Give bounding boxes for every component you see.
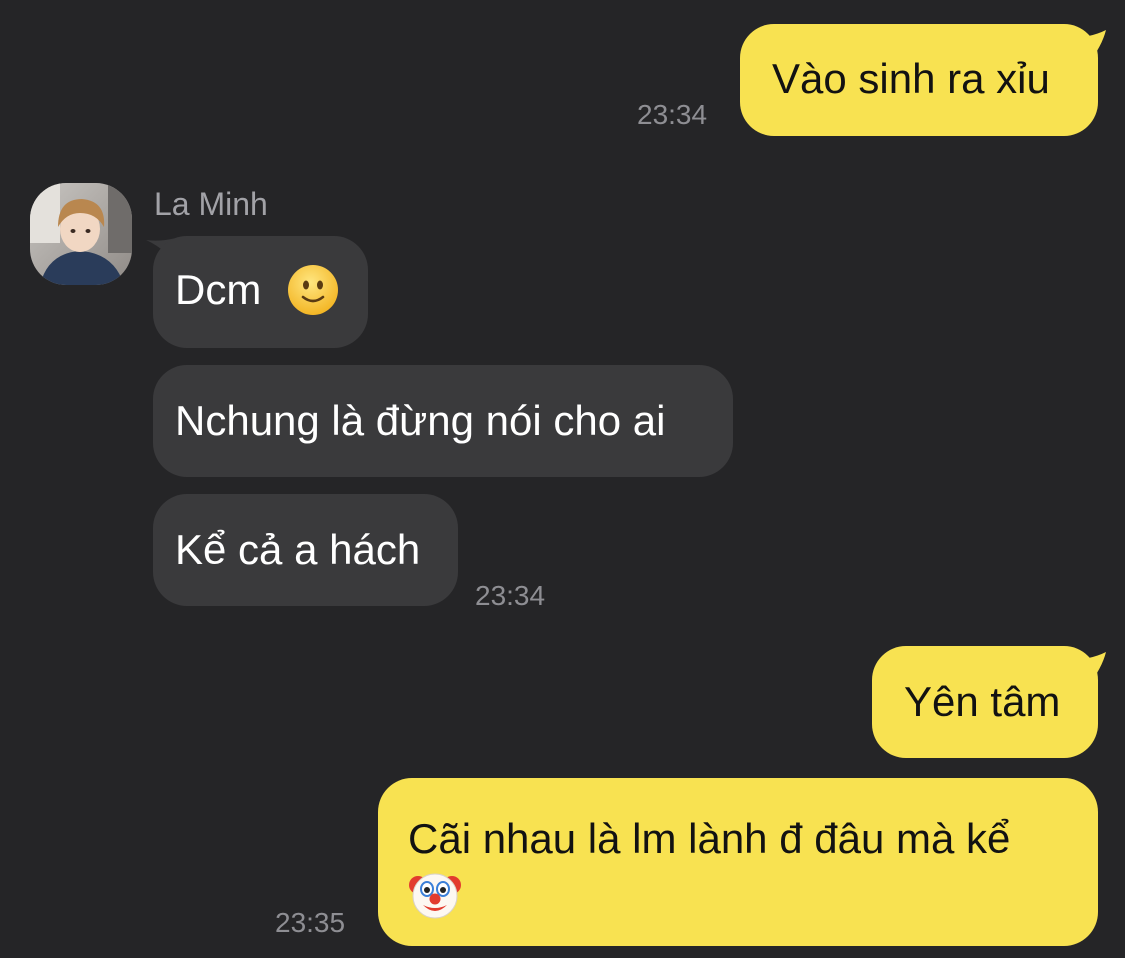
message-text: Nchung là đừng nói cho ai — [175, 397, 666, 444]
message-timestamp: 23:34 — [637, 99, 708, 130]
message-text: Kể cả a hách — [175, 526, 421, 573]
message-text: Dcm — [175, 266, 262, 313]
outgoing-bubble[interactable]: Vào sinh ra xỉu — [740, 24, 1098, 136]
incoming-bubble[interactable]: Nchung là đừng nói cho ai — [153, 365, 733, 477]
avatar[interactable] — [30, 183, 132, 285]
incoming-bubble[interactable]: Kể cả a hách — [153, 494, 458, 606]
clown-face-icon — [409, 873, 461, 919]
message-text: Vào sinh ra xỉu — [772, 55, 1050, 102]
incoming-bubble[interactable]: Dcm — [153, 236, 368, 348]
message-timestamp: 23:34 — [475, 580, 546, 611]
message-timestamp: 23:35 — [275, 907, 346, 938]
outgoing-bubble[interactable]: Cãi nhau là lm lành đ đâu mà kể — [378, 778, 1098, 946]
slightly-smiling-face-icon — [288, 264, 338, 315]
sender-name: La Minh — [154, 186, 268, 222]
message-text: Cãi nhau là lm lành đ đâu mà kể — [408, 815, 1011, 862]
outgoing-bubble[interactable]: Yên tâm — [872, 646, 1098, 758]
message-text: Yên tâm — [904, 678, 1061, 725]
